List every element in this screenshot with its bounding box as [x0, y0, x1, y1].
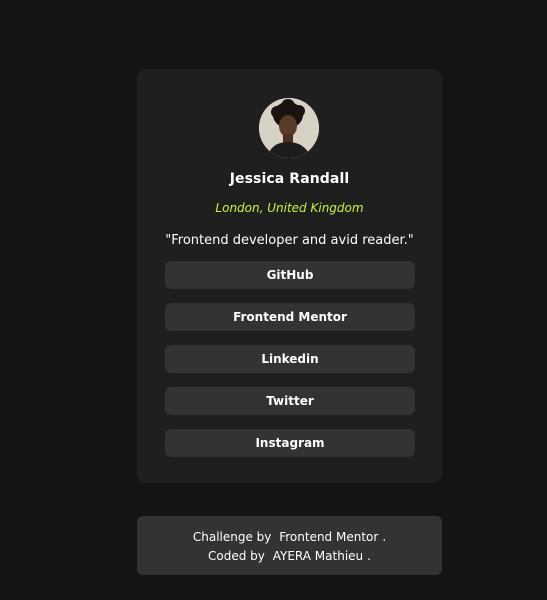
frontend-mentor-attribution-link[interactable]: Frontend Mentor [275, 528, 382, 547]
coded-prefix: Coded by [208, 549, 265, 563]
linkedin-link-button[interactable]: Linkedin [165, 345, 415, 373]
avatar [259, 98, 319, 158]
social-links: GitHub Frontend Mentor Linkedin Twitter … [165, 261, 415, 471]
coder-attribution-link[interactable]: AYERA Mathieu [269, 547, 367, 566]
profile-photo-icon [259, 98, 319, 158]
twitter-link-button[interactable]: Twitter [165, 387, 415, 415]
profile-name: Jessica Randall [229, 171, 350, 187]
attribution-footer: Challenge by Frontend Mentor. Coded by A… [137, 516, 442, 575]
profile-location: London, United Kingdom [215, 201, 364, 215]
instagram-link-button[interactable]: Instagram [165, 429, 415, 457]
challenge-suffix: . [382, 530, 387, 544]
challenge-prefix: Challenge by [192, 530, 272, 544]
github-link-button[interactable]: GitHub [165, 261, 415, 289]
coder-attribution: Coded by AYERA Mathieu. [137, 547, 442, 566]
challenge-attribution: Challenge by Frontend Mentor. [137, 528, 442, 547]
frontend-mentor-link-button[interactable]: Frontend Mentor [165, 303, 415, 331]
coded-suffix: . [367, 549, 371, 563]
profile-bio: "Frontend developer and avid reader." [165, 233, 414, 248]
profile-card: Jessica Randall London, United Kingdom "… [137, 69, 442, 483]
